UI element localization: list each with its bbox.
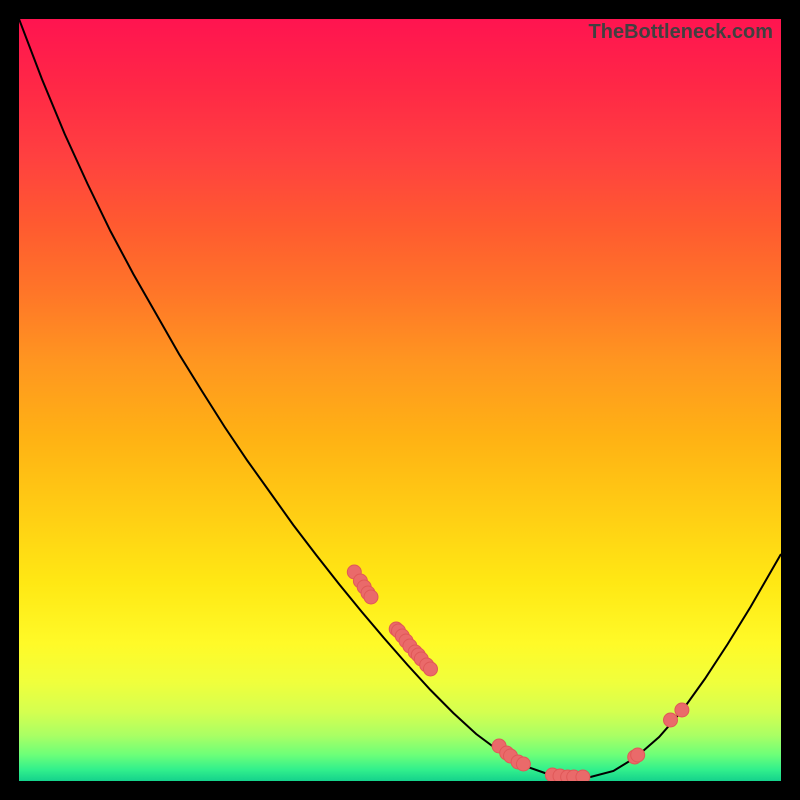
scatter-dots [347,565,689,781]
scatter-dot [424,662,438,676]
scatter-dot [631,748,645,762]
scatter-dot [516,757,530,771]
watermark: TheBottleneck.com [589,21,773,44]
chart-plot [19,19,781,781]
scatter-dot [576,770,590,781]
chart-frame: TheBottleneck.com [19,19,781,781]
curve-line [19,19,781,777]
scatter-dot [664,713,678,727]
scatter-dot [675,703,689,717]
scatter-dot [364,590,378,604]
